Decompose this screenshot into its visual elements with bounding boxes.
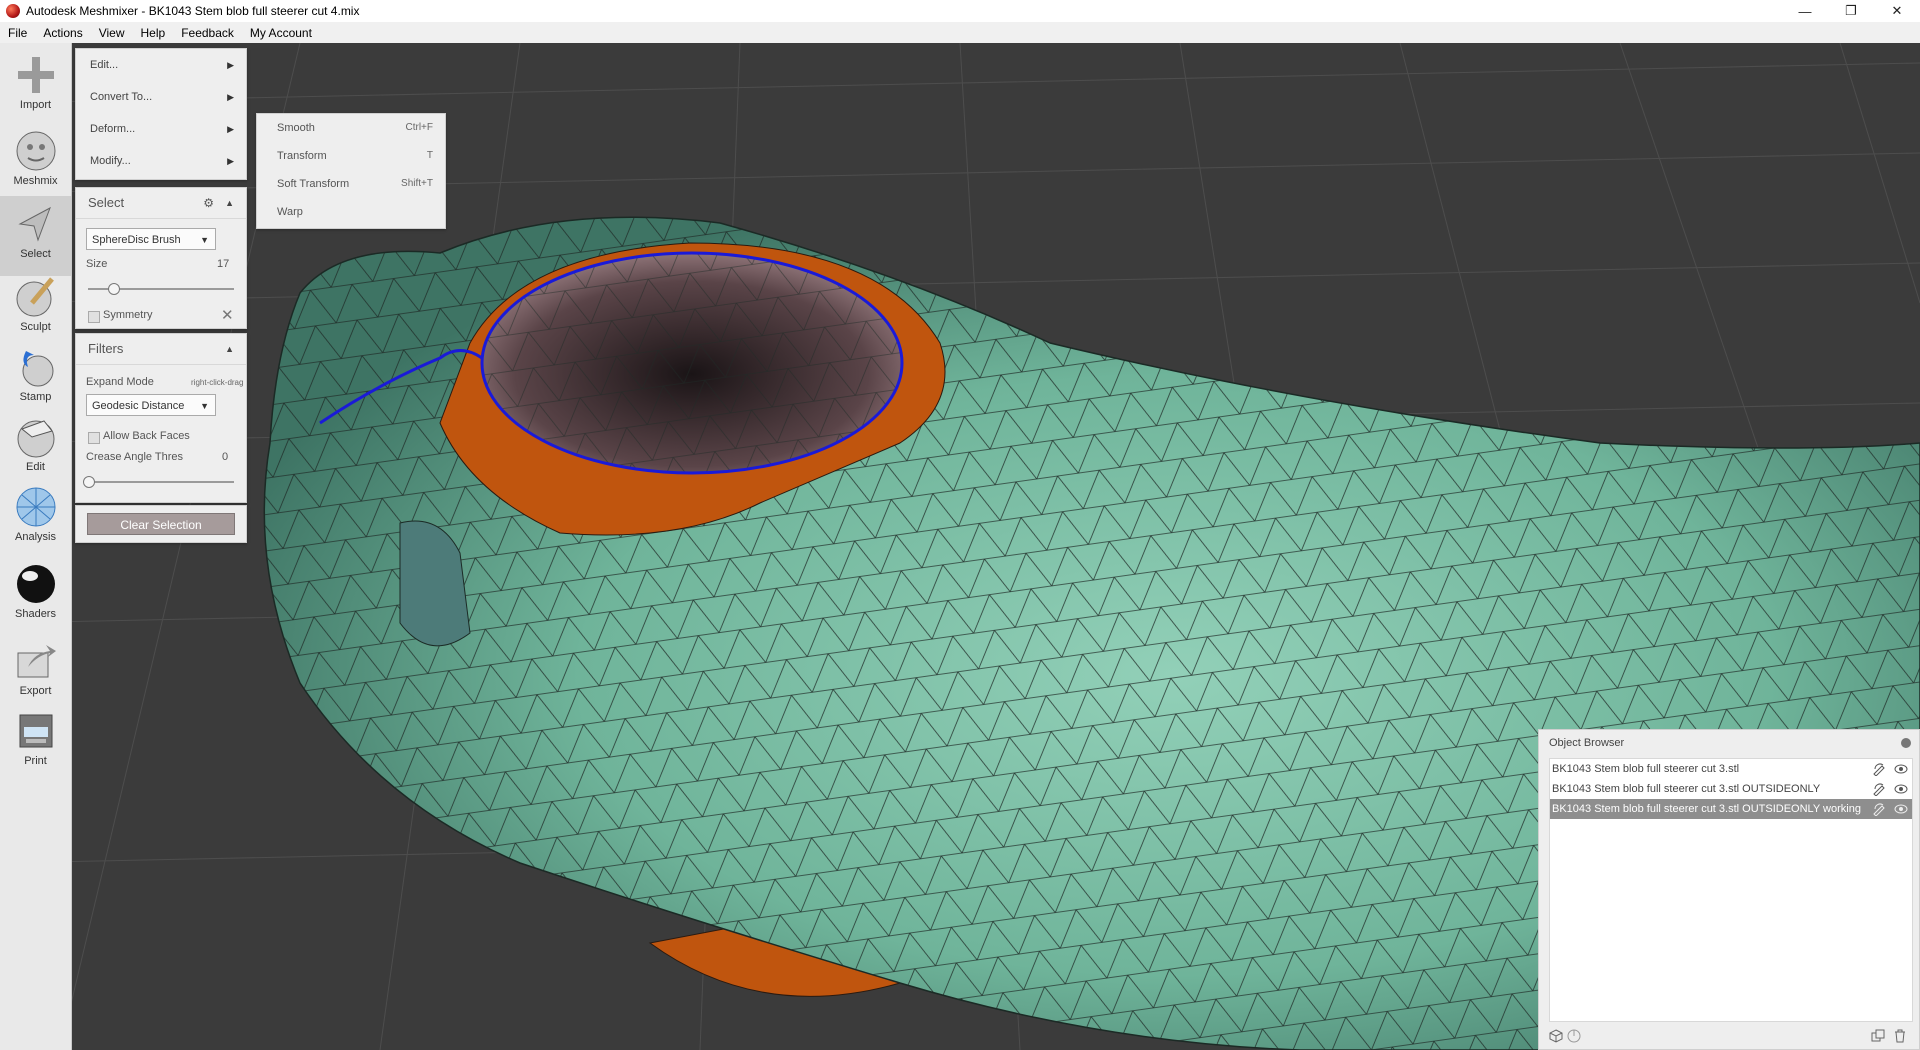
plus-icon	[17, 57, 54, 93]
brush-type-dropdown[interactable]: SphereDisc Brush ▼	[86, 228, 216, 250]
restore-button[interactable]: ❐	[1828, 0, 1874, 22]
left-toolbar: Import Meshmix Select Sculpt Stamp Edit …	[0, 43, 72, 1050]
menu-my-account[interactable]: My Account	[242, 26, 320, 40]
dropdown-arrow-icon: ▼	[200, 401, 209, 411]
export-icon	[17, 645, 56, 678]
expand-mode-dropdown[interactable]: Geodesic Distance ▼	[86, 394, 216, 416]
title-bar: Autodesk Meshmixer - BK1043 Stem blob fu…	[0, 0, 1920, 22]
select-panel-header[interactable]: Select ⚙ ▲	[76, 188, 246, 219]
eye-icon[interactable]	[1894, 782, 1908, 796]
object-row[interactable]: BK1043 Stem blob full steerer cut 3.stl …	[1550, 779, 1912, 799]
chevron-right-icon: ▶	[227, 92, 234, 102]
object-browser-footer	[1539, 1023, 1919, 1049]
meshmix-sphere-icon	[16, 131, 55, 171]
close-button[interactable]: ✕	[1874, 0, 1920, 22]
chevron-right-icon: ▶	[227, 156, 234, 166]
edit-object-icon[interactable]	[1872, 802, 1886, 816]
object-browser: Object Browser BK1043 Stem blob full ste…	[1538, 729, 1920, 1050]
crease-slider-track[interactable]	[88, 481, 234, 483]
tool-sculpt[interactable]: Sculpt	[0, 269, 71, 341]
submenu-transform[interactable]: Transform T	[257, 142, 445, 170]
clear-selection-button[interactable]: Clear Selection	[87, 513, 235, 535]
tool-shaders[interactable]: Shaders	[0, 556, 71, 628]
chevron-right-icon: ▶	[227, 60, 234, 70]
object-row[interactable]: BK1043 Stem blob full steerer cut 3.stl	[1550, 759, 1912, 779]
tool-meshmix[interactable]: Meshmix	[0, 123, 71, 195]
size-label: Size	[86, 258, 108, 270]
crease-angle-value: 0	[222, 451, 229, 463]
deform-submenu: Smooth Ctrl+F Transform T Soft Transform Sh…	[256, 113, 446, 229]
menu-bar: File Actions View Help Feedback My Accou…	[0, 22, 1920, 44]
trash-icon[interactable]	[1893, 1029, 1907, 1043]
tool-analysis[interactable]: Analysis	[0, 479, 71, 551]
cube-icon[interactable]	[1549, 1029, 1563, 1043]
chevron-right-icon: ▶	[227, 124, 234, 134]
tool-select[interactable]: Select	[0, 196, 71, 276]
eye-icon[interactable]	[1894, 762, 1908, 776]
window-title: Autodesk Meshmixer - BK1043 Stem blob fu…	[26, 4, 360, 18]
object-list: BK1043 Stem blob full steerer cut 3.stl …	[1549, 758, 1913, 1022]
dropdown-arrow-icon: ▼	[200, 235, 209, 245]
collapse-triangle-icon[interactable]: ▲	[225, 334, 234, 364]
menu-feedback[interactable]: Feedback	[173, 26, 242, 40]
expand-mode-label: Expand Mode	[86, 376, 154, 388]
edit-object-icon[interactable]	[1872, 782, 1886, 796]
allow-back-faces-checkbox[interactable]	[88, 432, 100, 444]
object-row-selected[interactable]: BK1043 Stem blob full steerer cut 3.stl …	[1550, 799, 1912, 819]
tool-print[interactable]: Print	[0, 703, 71, 775]
select-panel: Select ⚙ ▲ SphereDisc Brush ▼ Size 17 Sym…	[75, 187, 247, 329]
menu-item-modify[interactable]: Modify... ▶	[76, 145, 246, 177]
menu-item-convert-to[interactable]: Convert To... ▶	[76, 81, 246, 113]
symmetry-label: Symmetry	[103, 309, 153, 321]
brush-sphere-icon	[16, 277, 54, 317]
menu-actions[interactable]: Actions	[35, 26, 90, 40]
submenu-soft-transform[interactable]: Soft Transform Shift+T	[257, 170, 445, 198]
tool-import[interactable]: Import	[0, 47, 71, 119]
actions-menu: Edit... ▶ Convert To... ▶ Deform... ▶ Modif…	[75, 48, 247, 180]
duplicate-icon[interactable]	[1871, 1029, 1885, 1043]
tool-stamp[interactable]: Stamp	[0, 339, 71, 411]
filters-panel: Filters ▲ Expand Mode right-click-drag G…	[75, 333, 247, 503]
crossed-tools-icon[interactable]: ✕	[221, 306, 234, 324]
allow-back-faces-label: Allow Back Faces	[103, 430, 190, 442]
shader-ball-icon	[16, 565, 55, 603]
arrow-cursor-icon	[17, 206, 51, 242]
close-icon[interactable]	[1901, 738, 1911, 748]
eye-icon[interactable]	[1894, 802, 1908, 816]
meshmixer-app-icon	[6, 4, 20, 18]
crease-angle-label: Crease Angle Thres	[86, 451, 184, 463]
size-slider-knob[interactable]	[107, 283, 120, 295]
expand-mode-hint: right-click-drag	[191, 378, 244, 387]
pie-icon[interactable]	[1567, 1029, 1581, 1043]
submenu-warp[interactable]: Warp	[257, 198, 445, 226]
edit-object-icon[interactable]	[1872, 762, 1886, 776]
edit-sphere-icon	[17, 420, 54, 458]
object-browser-header: Object Browser	[1539, 730, 1919, 756]
stamp-icon	[22, 351, 53, 387]
window-controls: — ❐ ✕	[1782, 0, 1920, 22]
collapse-triangle-icon[interactable]: ▲	[225, 188, 234, 218]
menu-view[interactable]: View	[91, 26, 133, 40]
analysis-sphere-icon	[16, 487, 55, 527]
size-value: 17	[217, 258, 230, 270]
tool-export[interactable]: Export	[0, 633, 71, 705]
minimize-button[interactable]: —	[1782, 0, 1828, 22]
tool-edit[interactable]: Edit	[0, 409, 71, 481]
menu-item-edit[interactable]: Edit... ▶	[76, 49, 246, 81]
menu-item-deform[interactable]: Deform... ▶	[76, 113, 246, 145]
submenu-smooth[interactable]: Smooth Ctrl+F	[257, 114, 445, 142]
menu-help[interactable]: Help	[133, 26, 174, 40]
gear-icon[interactable]: ⚙	[203, 188, 214, 218]
printer-icon	[19, 714, 52, 748]
symmetry-checkbox[interactable]	[88, 311, 100, 323]
filters-panel-header[interactable]: Filters ▲	[76, 334, 246, 365]
menu-file[interactable]: File	[0, 26, 35, 40]
crease-slider-knob[interactable]	[83, 476, 95, 488]
